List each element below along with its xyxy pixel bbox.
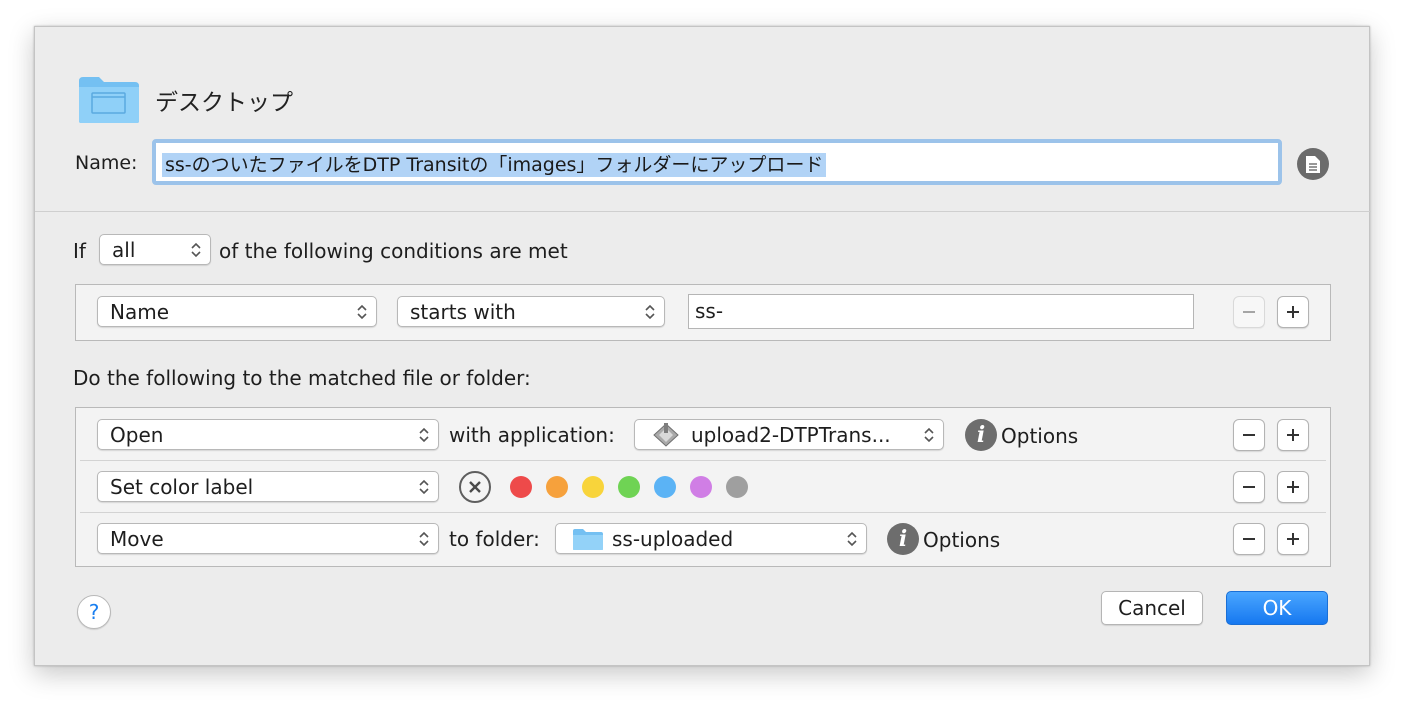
chevron-updown-icon	[191, 242, 201, 258]
condition-operator-value: starts with	[410, 300, 516, 324]
action-row-divider	[80, 460, 1326, 461]
application-value: upload2-DTPTrans...	[691, 423, 891, 447]
action-popup-color-label[interactable]: Set color label	[97, 471, 439, 502]
condition-attribute-popup[interactable]: Name	[97, 296, 377, 327]
remove-action-button[interactable]	[1233, 471, 1265, 503]
with-application-label: with application:	[449, 423, 615, 447]
chevron-updown-icon	[357, 304, 367, 320]
rule-name-field[interactable]: ss-のついたファイルをDTP Transitの「images」フォルダーにアッ…	[152, 139, 1282, 185]
minus-icon	[1243, 434, 1255, 436]
info-icon[interactable]: i	[887, 523, 919, 555]
condition-attribute-value: Name	[110, 300, 170, 324]
plus-icon	[1287, 429, 1299, 441]
action-value: Move	[110, 527, 164, 551]
condition-operator-popup[interactable]: starts with	[397, 296, 665, 327]
action-popup-move[interactable]: Move	[97, 523, 439, 554]
action-popup-open[interactable]: Open	[97, 419, 439, 450]
actions-heading: Do the following to the matched file or …	[73, 366, 531, 390]
match-mode-popup[interactable]: all	[99, 234, 211, 265]
color-swatch[interactable]	[690, 476, 712, 498]
color-swatch[interactable]	[510, 476, 532, 498]
remove-action-button[interactable]	[1233, 523, 1265, 555]
condition-value-input[interactable]: ss-	[688, 294, 1194, 329]
conditions-box: Name starts with ss-	[75, 284, 1331, 341]
minus-icon	[1243, 486, 1255, 488]
chevron-updown-icon	[419, 531, 429, 547]
automator-app-icon	[653, 423, 679, 447]
match-mode-value: all	[112, 238, 136, 262]
folder-popup[interactable]: ss-uploaded	[555, 523, 867, 554]
options-link[interactable]: Options	[1001, 424, 1078, 448]
action-row-divider	[80, 512, 1326, 513]
add-action-button[interactable]	[1277, 523, 1309, 555]
ok-button[interactable]: OK	[1226, 591, 1328, 625]
add-action-button[interactable]	[1277, 471, 1309, 503]
plus-icon	[1287, 306, 1299, 318]
options-link[interactable]: Options	[923, 528, 1000, 552]
action-value: Open	[110, 423, 164, 447]
help-button[interactable]: ?	[77, 595, 111, 629]
color-swatch[interactable]	[654, 476, 676, 498]
add-condition-button[interactable]	[1277, 296, 1309, 328]
folder-action-dialog: デスクトップ Name: ss-のついたファイルをDTP Transitの「im…	[34, 26, 1371, 666]
to-folder-label: to folder:	[449, 527, 540, 551]
chevron-updown-icon	[847, 531, 857, 547]
folder-icon	[79, 77, 139, 123]
info-icon[interactable]: i	[965, 419, 997, 451]
name-label: Name:	[75, 152, 138, 174]
application-popup[interactable]: upload2-DTPTrans...	[634, 419, 944, 450]
color-swatch[interactable]	[618, 476, 640, 498]
plus-icon	[1287, 481, 1299, 493]
add-action-button[interactable]	[1277, 419, 1309, 451]
remove-action-button[interactable]	[1233, 419, 1265, 451]
if-label: If	[73, 239, 86, 263]
color-swatch[interactable]	[726, 476, 748, 498]
folder-title: デスクトップ	[155, 90, 293, 116]
close-icon	[469, 481, 481, 493]
chevron-updown-icon	[419, 479, 429, 495]
clear-label-button[interactable]	[459, 471, 491, 503]
minus-icon	[1243, 538, 1255, 540]
color-swatch[interactable]	[546, 476, 568, 498]
remove-condition-button[interactable]	[1233, 296, 1265, 328]
action-value: Set color label	[110, 475, 254, 499]
actions-box: Open with application: upload2-DTPTrans.…	[75, 407, 1331, 567]
rule-name-text: ss-のついたファイルをDTP Transitの「images」フォルダーにアッ…	[162, 153, 827, 177]
cancel-button[interactable]: Cancel	[1101, 591, 1203, 625]
minus-icon	[1243, 311, 1255, 313]
document-icon[interactable]	[1297, 148, 1329, 180]
header-divider	[35, 211, 1371, 212]
chevron-updown-icon	[419, 427, 429, 443]
folder-value: ss-uploaded	[612, 527, 734, 551]
color-swatch[interactable]	[582, 476, 604, 498]
conditions-suffix: of the following conditions are met	[219, 239, 568, 263]
plus-icon	[1287, 533, 1299, 545]
folder-icon	[573, 529, 603, 550]
chevron-updown-icon	[924, 427, 934, 443]
chevron-updown-icon	[645, 304, 655, 320]
